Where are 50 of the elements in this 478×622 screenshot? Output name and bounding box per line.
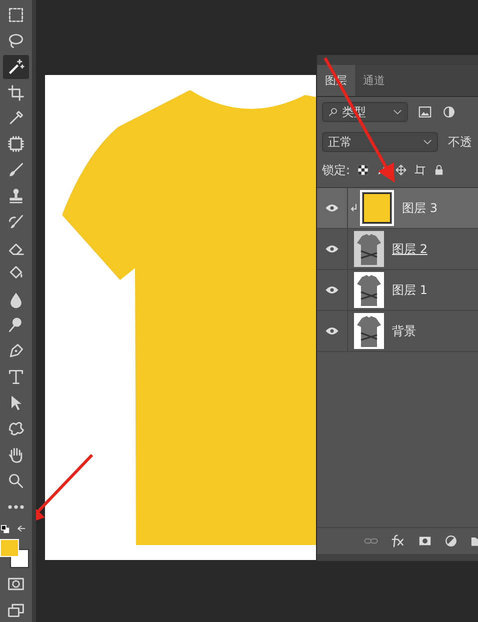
crop-icon	[7, 84, 25, 102]
selection-icon	[7, 6, 25, 24]
eye-icon[interactable]	[325, 203, 339, 213]
layer-thumbnail	[360, 190, 394, 226]
mask-icon[interactable]	[418, 534, 432, 548]
layer-row[interactable]: 背景	[317, 311, 478, 352]
artboard-icon[interactable]	[414, 164, 426, 176]
eye-icon[interactable]	[325, 244, 339, 254]
color-swatches-icon[interactable]	[0, 538, 30, 568]
layer-name: 背景	[392, 322, 416, 340]
wand-icon	[7, 58, 25, 76]
blend-mode-dropdown[interactable]: 正常	[322, 132, 438, 152]
tool-wand-button[interactable]	[3, 54, 29, 79]
layer-row[interactable]: 图层 1	[317, 270, 478, 311]
adjustment-icon[interactable]	[444, 534, 458, 548]
search-icon	[328, 107, 338, 117]
history-brush-icon	[7, 212, 25, 231]
layer-name: 图层 1	[392, 282, 428, 298]
layer-name: 图层 3	[402, 200, 438, 216]
layer-row[interactable]: 图层 3	[317, 188, 478, 229]
caret-icon	[423, 139, 432, 145]
panel-tab[interactable]: 通道	[355, 65, 393, 96]
layer-row[interactable]: 图层 2	[317, 229, 478, 270]
hand-icon	[7, 446, 25, 464]
caret-icon	[393, 109, 402, 115]
stamp-icon	[7, 187, 25, 206]
swap-colors-icon[interactable]	[17, 524, 26, 534]
layer-thumbnail	[354, 231, 384, 267]
type-icon	[7, 368, 25, 386]
layer-name: 图层 2	[392, 240, 428, 258]
move-icon[interactable]	[395, 164, 408, 176]
lock-label: 锁定:	[322, 162, 350, 178]
blob-icon	[7, 420, 25, 438]
default-colors-icon[interactable]	[1, 524, 10, 534]
image-filter-icon[interactable]	[418, 105, 432, 119]
eye-icon[interactable]	[325, 326, 339, 336]
zoom-icon	[7, 472, 25, 490]
layer-thumbnail	[354, 272, 384, 308]
lock-icon[interactable]	[433, 164, 446, 176]
layer-thumbnail	[354, 313, 384, 349]
screen-mode-icon[interactable]	[7, 601, 25, 620]
chip-icon	[7, 135, 25, 154]
fx-icon[interactable]	[390, 533, 406, 549]
adjustment-filter-icon[interactable]	[442, 105, 456, 119]
opacity-label: 不透	[448, 134, 472, 150]
eye-icon[interactable]	[325, 285, 339, 295]
checkerboard-icon[interactable]	[357, 164, 370, 176]
brush-icon	[7, 161, 25, 180]
more-icon	[8, 504, 24, 509]
lasso-icon	[7, 32, 25, 50]
